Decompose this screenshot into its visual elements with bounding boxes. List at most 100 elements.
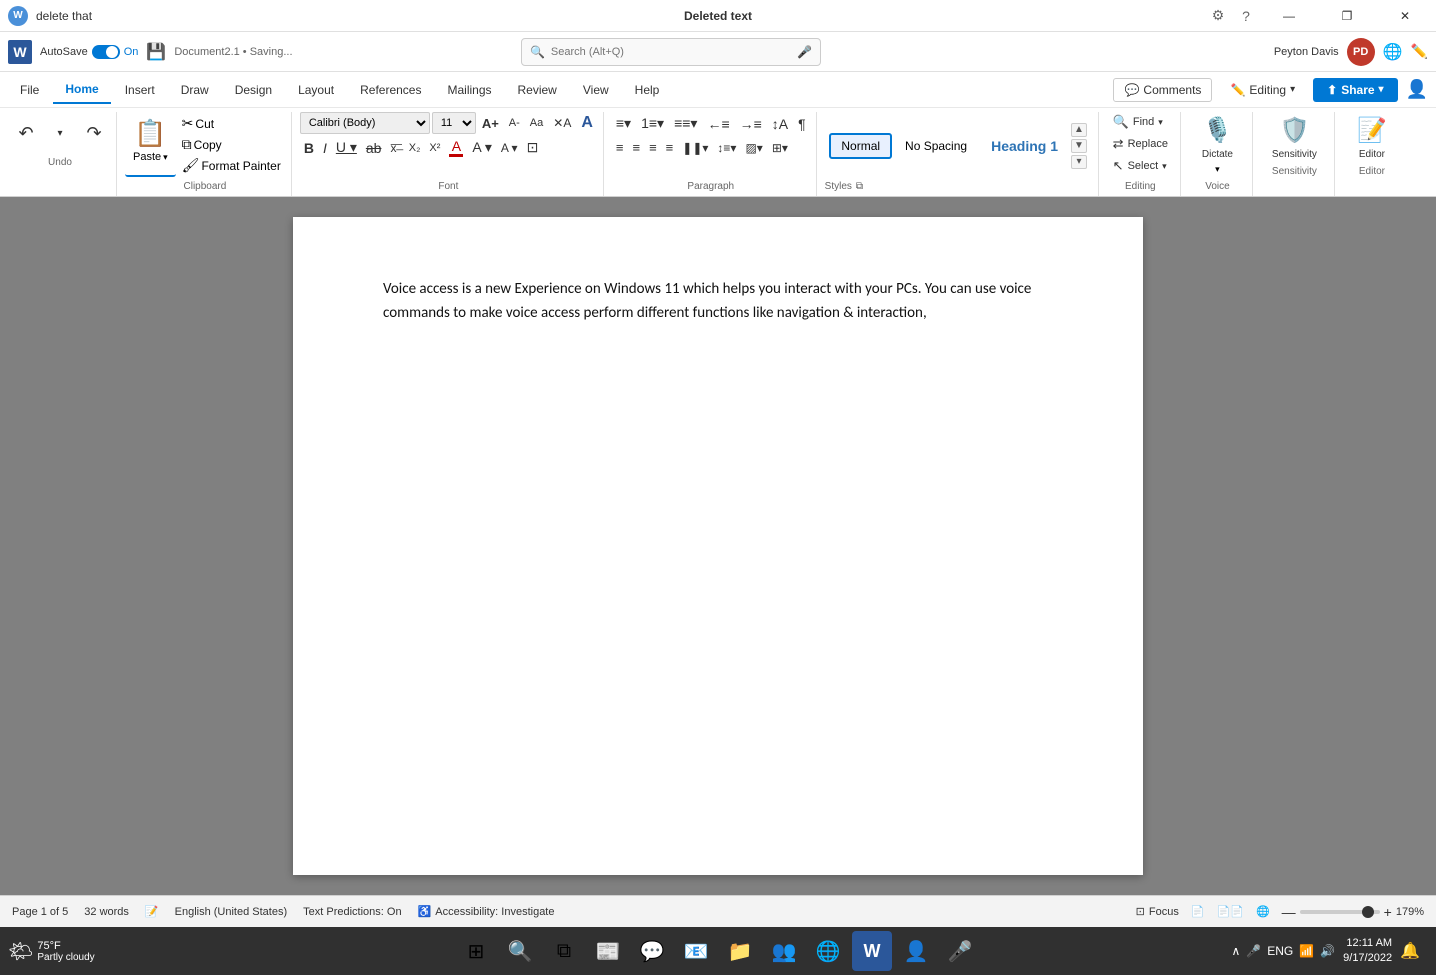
align-center-button[interactable]: ≡ [628, 137, 644, 158]
document-page[interactable]: Voice access is a new Experience on Wind… [293, 217, 1143, 875]
col-layout-button[interactable]: ❚❚▾ [678, 138, 712, 158]
zoom-level[interactable]: 179% [1396, 906, 1424, 918]
styles-launcher-icon[interactable]: ⧉ [856, 181, 863, 192]
edge-icon[interactable]: 🌐 [808, 931, 848, 971]
wifi-icon[interactable]: 📶 [1299, 944, 1314, 958]
voice-access-taskbar-icon[interactable]: 🎤 [940, 931, 980, 971]
zoom-slider[interactable] [1300, 910, 1380, 914]
search-box[interactable]: 🔍 🎤 [521, 38, 821, 66]
explorer-icon[interactable]: 📁 [720, 931, 760, 971]
speaker-icon[interactable]: 🔊 [1320, 944, 1335, 958]
tab-home[interactable]: Home [53, 76, 110, 104]
select-button[interactable]: ↖ Select ▾ [1107, 156, 1174, 176]
chevron-up-icon[interactable]: ∧ [1231, 944, 1240, 958]
comments-button[interactable]: 💬 Comments [1113, 78, 1212, 102]
undo-dropdown[interactable]: ▾ [44, 125, 76, 142]
tab-mailings[interactable]: Mailings [435, 77, 503, 103]
view-two-pages[interactable]: 📄📄 [1217, 905, 1244, 918]
show-formatting-button[interactable]: ¶ [794, 113, 810, 135]
sort-button[interactable]: ↕A [768, 113, 792, 135]
weather-area[interactable]: 🌤 75°F Partly cloudy [8, 939, 95, 964]
share-dropdown-icon[interactable]: ▾ [1379, 84, 1384, 95]
cut-button[interactable]: ✂ Cut [178, 114, 285, 133]
align-right-button[interactable]: ≡ [645, 137, 661, 158]
account-icon[interactable]: 👤 [1406, 79, 1428, 100]
superscript-button[interactable]: X² [425, 140, 444, 156]
restore-button[interactable]: ❐ [1324, 0, 1370, 32]
subscript-button[interactable]: X₂ [405, 140, 425, 156]
paste-button[interactable]: 📋 Paste ▾ [125, 114, 176, 177]
tab-file[interactable]: File [8, 77, 51, 103]
format-painter-button[interactable]: 🖌 Format Painter [178, 156, 285, 175]
style-no-spacing[interactable]: No Spacing [894, 134, 978, 158]
justify-button[interactable]: ≡ [662, 137, 678, 158]
tab-design[interactable]: Design [223, 77, 284, 103]
italic-button[interactable]: I [319, 138, 331, 158]
task-view-button[interactable]: ⧉ [544, 931, 584, 971]
select-dropdown-icon[interactable]: ▾ [1162, 161, 1167, 172]
view-web-layout[interactable]: 🌐 [1256, 905, 1270, 918]
microphone-icon[interactable]: 🎤 [797, 45, 812, 59]
clear-formatting-button[interactable]: ✕A [549, 114, 575, 132]
styles-scroll-down[interactable]: ▼ [1071, 139, 1087, 153]
double-strikethrough-button[interactable]: x͞ ̶ [386, 139, 403, 157]
text-effect-button[interactable]: A [577, 112, 597, 134]
accessibility[interactable]: ♿ Accessibility: Investigate [418, 905, 555, 918]
font-color-button[interactable]: A [445, 136, 467, 159]
increase-indent-button[interactable]: →≡ [736, 113, 766, 135]
globe-icon[interactable]: 🌐 [1383, 42, 1403, 62]
editing-dropdown-icon[interactable]: ▾ [1290, 84, 1295, 95]
borders-button[interactable]: ⊞▾ [768, 138, 792, 158]
tab-view[interactable]: View [571, 77, 621, 103]
help-icon[interactable]: ? [1238, 8, 1254, 24]
decrease-font-button[interactable]: A- [505, 115, 524, 131]
editor-button[interactable]: 📝 Editor [1347, 112, 1397, 164]
dictate-button[interactable]: 🎙️ Dictate ▾ [1192, 112, 1243, 179]
zoom-in-button[interactable]: + [1384, 904, 1392, 920]
bullets-button[interactable]: ≡▾ [612, 112, 635, 135]
find-button[interactable]: 🔍 Find ▾ [1107, 112, 1174, 132]
save-icon[interactable]: 💾 [142, 42, 170, 62]
font-shading-button[interactable]: A ▾ [497, 139, 522, 157]
replace-button[interactable]: ⇄ Replace [1107, 134, 1174, 154]
tab-references[interactable]: References [348, 77, 433, 103]
text-highlight-button[interactable]: A ▾ [468, 137, 495, 158]
align-left-button[interactable]: ≡ [612, 137, 628, 158]
close-button[interactable]: ✕ [1382, 0, 1428, 32]
notification-icon[interactable]: 🔔 [1400, 941, 1420, 961]
document-text[interactable]: Voice access is a new Experience on Wind… [383, 277, 1053, 325]
word-taskbar-icon[interactable]: W [852, 931, 892, 971]
style-heading1[interactable]: Heading 1 [980, 133, 1069, 159]
bold-button[interactable]: B [300, 138, 318, 158]
time-area[interactable]: 12:11 AM 9/17/2022 [1343, 936, 1392, 967]
user-avatar[interactable]: PD [1347, 38, 1375, 66]
zoom-out-button[interactable]: — [1282, 904, 1296, 920]
tab-review[interactable]: Review [506, 77, 569, 103]
sensitivity-button[interactable]: 🛡️ Sensitivity [1262, 112, 1327, 164]
autosave-toggle[interactable] [92, 45, 120, 59]
tab-insert[interactable]: Insert [113, 77, 167, 103]
keyboard-layout[interactable]: ENG [1267, 944, 1293, 958]
page-info[interactable]: Page 1 of 5 [12, 906, 68, 918]
language-selector[interactable]: English (United States) [175, 906, 288, 918]
word-count[interactable]: 32 words [84, 906, 129, 918]
change-case-button[interactable]: Aa [526, 115, 547, 131]
widgets-button[interactable]: 📰 [588, 931, 628, 971]
tab-draw[interactable]: Draw [169, 77, 221, 103]
multilevel-button[interactable]: ≡≡▾ [670, 112, 701, 135]
chat-button[interactable]: 💬 [632, 931, 672, 971]
font-size-select[interactable]: 11 [432, 112, 476, 134]
outlook-icon[interactable]: 📧 [676, 931, 716, 971]
mic-tray-icon[interactable]: 🎤 [1246, 944, 1261, 958]
find-dropdown-icon[interactable]: ▾ [1158, 117, 1163, 128]
underline-button[interactable]: U ▾ [332, 137, 361, 158]
numbering-button[interactable]: 1≡▾ [637, 112, 668, 135]
search-input[interactable] [551, 46, 791, 58]
shading-button[interactable]: ▨▾ [741, 138, 766, 158]
notes-icon[interactable]: 📝 [145, 905, 159, 918]
increase-font-button[interactable]: A+ [478, 114, 503, 133]
styles-scroll-up[interactable]: ▲ [1071, 123, 1087, 137]
minimize-button[interactable]: — [1266, 0, 1312, 32]
styles-expand[interactable]: ▾ [1071, 155, 1087, 169]
settings-icon[interactable]: ⚙ [1210, 8, 1226, 24]
